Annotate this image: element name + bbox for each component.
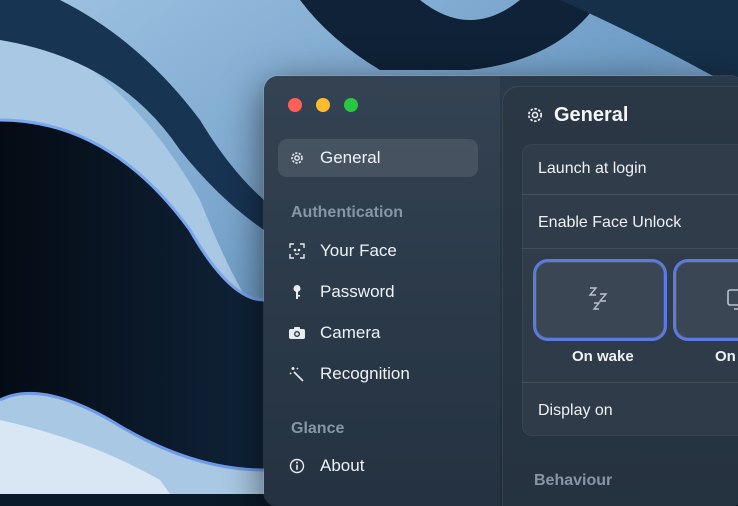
launch-at-login-label: Launch at login [538,160,647,177]
enable-face-unlock-label: Enable Face Unlock [538,214,682,231]
settings-window: General Authentication Your Face Passwor… [264,76,738,506]
gear-icon [288,150,306,166]
on-wake-label: On wake [572,348,634,365]
section-title-behaviour: Behaviour [534,472,613,489]
info-icon [288,458,306,474]
camera-icon [288,326,306,340]
on-display-label: On [715,348,736,365]
sidebar-item-recognition[interactable]: Recognition [278,355,478,393]
gear-icon [526,106,544,129]
sidebar-item-camera[interactable]: Camera [278,314,478,352]
on-wake-option[interactable] [536,262,664,338]
sidebar: General Authentication Your Face Passwor… [264,76,500,506]
divider [522,248,738,249]
divider [522,382,738,383]
sidebar-item-general[interactable]: General [278,139,478,177]
settings-panel: Launch at login Enable Face Unlock On wa… [522,144,738,436]
face-scan-icon [288,243,306,259]
sidebar-item-about[interactable]: About [278,447,478,485]
divider [522,194,738,195]
content-pane: General Launch at login Enable Face Unlo… [502,86,738,506]
key-icon [288,284,306,300]
on-display-option[interactable] [676,262,738,338]
section-title-authentication: Authentication [291,204,403,221]
sidebar-item-label: Recognition [320,364,410,383]
sidebar-item-password[interactable]: Password [278,273,478,311]
sidebar-item-label: Password [320,282,395,301]
zoom-button[interactable] [344,98,358,112]
sidebar-item-label: About [320,456,365,475]
display-on-label: Display on [538,402,613,419]
section-title-glance: Glance [291,420,345,437]
sleep-zzz-icon [588,286,612,317]
sidebar-item-label: Your Face [320,241,397,260]
sidebar-item-your-face[interactable]: Your Face [278,232,478,270]
page-title: General [554,104,629,126]
sidebar-item-label: Camera [320,323,381,342]
display-icon [726,288,738,317]
sidebar-item-label: General [320,148,381,167]
close-button[interactable] [288,98,302,112]
minimize-button[interactable] [316,98,330,112]
magic-wand-icon [288,366,306,382]
